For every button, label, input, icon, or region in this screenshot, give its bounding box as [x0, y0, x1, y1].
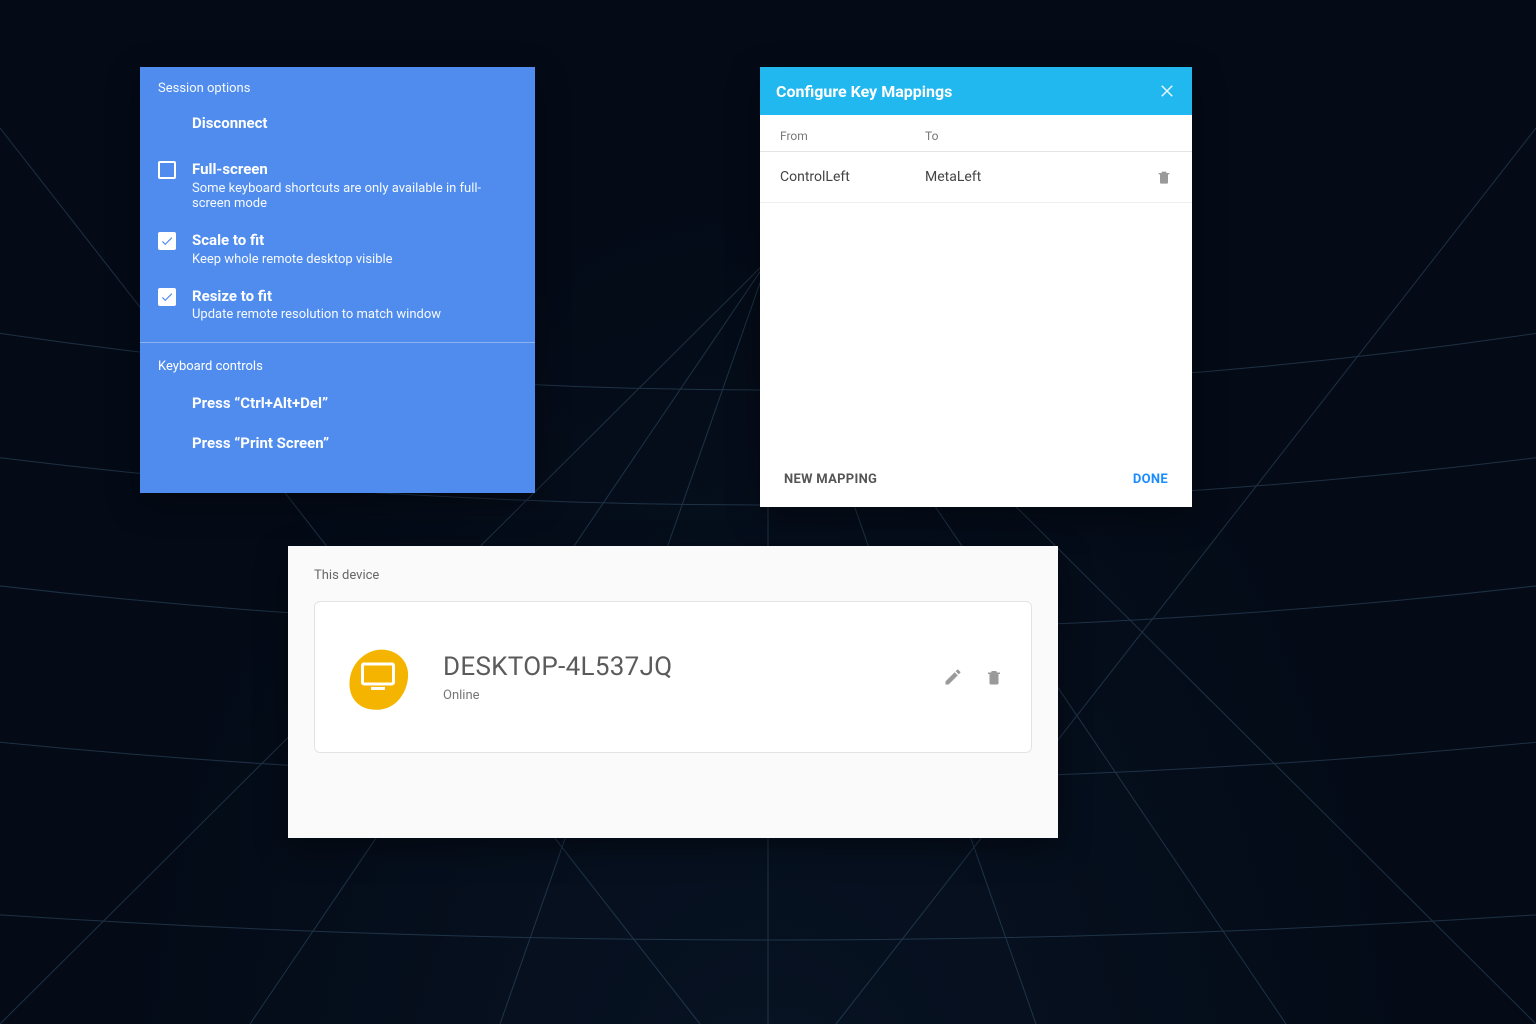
- delete-icon[interactable]: [985, 667, 1003, 687]
- fullscreen-option[interactable]: Full-screen Some keyboard shortcuts are …: [158, 160, 517, 211]
- key-mappings-footer: NEW MAPPING DONE: [760, 452, 1192, 507]
- section-divider: [140, 342, 535, 343]
- mapping-to: MetaLeft: [925, 169, 1156, 185]
- close-icon[interactable]: [1158, 82, 1176, 100]
- resize-desc: Update remote resolution to match window: [192, 307, 441, 322]
- this-device-panel: This device DESKTOP-4L537JQ Online: [288, 546, 1058, 838]
- device-status: Online: [443, 688, 943, 703]
- fullscreen-desc: Some keyboard shortcuts are only availab…: [192, 181, 502, 211]
- check-icon: [160, 234, 174, 248]
- device-name: DESKTOP-4L537JQ: [443, 652, 943, 682]
- key-mappings-headers: From To: [760, 115, 1192, 152]
- device-actions: [943, 667, 1003, 687]
- this-device-title: This device: [314, 568, 1032, 583]
- mapping-from: ControlLeft: [780, 169, 925, 185]
- device-card[interactable]: DESKTOP-4L537JQ Online: [314, 601, 1032, 753]
- check-icon: [160, 290, 174, 304]
- keyboard-controls-title: Keyboard controls: [158, 359, 517, 374]
- device-info: DESKTOP-4L537JQ Online: [443, 652, 943, 703]
- key-mappings-panel: Configure Key Mappings From To ControlLe…: [760, 67, 1192, 507]
- header-from: From: [780, 129, 925, 143]
- scale-desc: Keep whole remote desktop visible: [192, 252, 393, 267]
- press-ctrl-alt-del-button[interactable]: Press “Ctrl+Alt+Del”: [192, 394, 517, 412]
- key-mappings-title: Configure Key Mappings: [776, 82, 952, 101]
- press-print-screen-button[interactable]: Press “Print Screen”: [192, 434, 517, 452]
- new-mapping-button[interactable]: NEW MAPPING: [784, 472, 877, 487]
- fullscreen-checkbox[interactable]: [158, 161, 176, 179]
- resize-checkbox[interactable]: [158, 288, 176, 306]
- scale-checkbox[interactable]: [158, 232, 176, 250]
- disconnect-button[interactable]: Disconnect: [192, 114, 517, 132]
- scale-label: Scale to fit: [192, 231, 393, 250]
- done-button[interactable]: DONE: [1133, 472, 1168, 487]
- monitor-icon: [361, 662, 395, 690]
- resize-label: Resize to fit: [192, 287, 441, 306]
- key-mappings-titlebar: Configure Key Mappings: [760, 67, 1192, 115]
- session-options-panel: Session options Disconnect Full-screen S…: [140, 67, 535, 493]
- session-options-title: Session options: [158, 81, 517, 96]
- trash-icon[interactable]: [1156, 168, 1172, 186]
- device-icon: [343, 644, 413, 710]
- scale-option[interactable]: Scale to fit Keep whole remote desktop v…: [158, 231, 517, 267]
- header-to: To: [925, 129, 1172, 143]
- resize-option[interactable]: Resize to fit Update remote resolution t…: [158, 287, 517, 323]
- mapping-row[interactable]: ControlLeft MetaLeft: [760, 152, 1192, 203]
- edit-icon[interactable]: [943, 667, 963, 687]
- fullscreen-label: Full-screen: [192, 160, 502, 179]
